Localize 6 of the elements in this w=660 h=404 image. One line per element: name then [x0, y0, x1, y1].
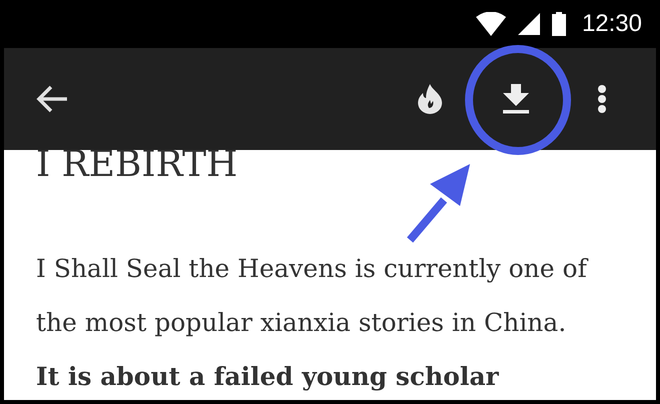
- battery-icon: [552, 12, 566, 36]
- article-paragraph: I Shall Seal the Heavens is currently one of the most popular xianxia stories in China. It is about a failed young scholar: [36, 253, 590, 393]
- chapter-heading: I REBIRTH: [36, 150, 239, 184]
- status-time: 12:30: [582, 9, 642, 39]
- wifi-icon: [476, 12, 506, 36]
- signal-icon: [518, 13, 540, 35]
